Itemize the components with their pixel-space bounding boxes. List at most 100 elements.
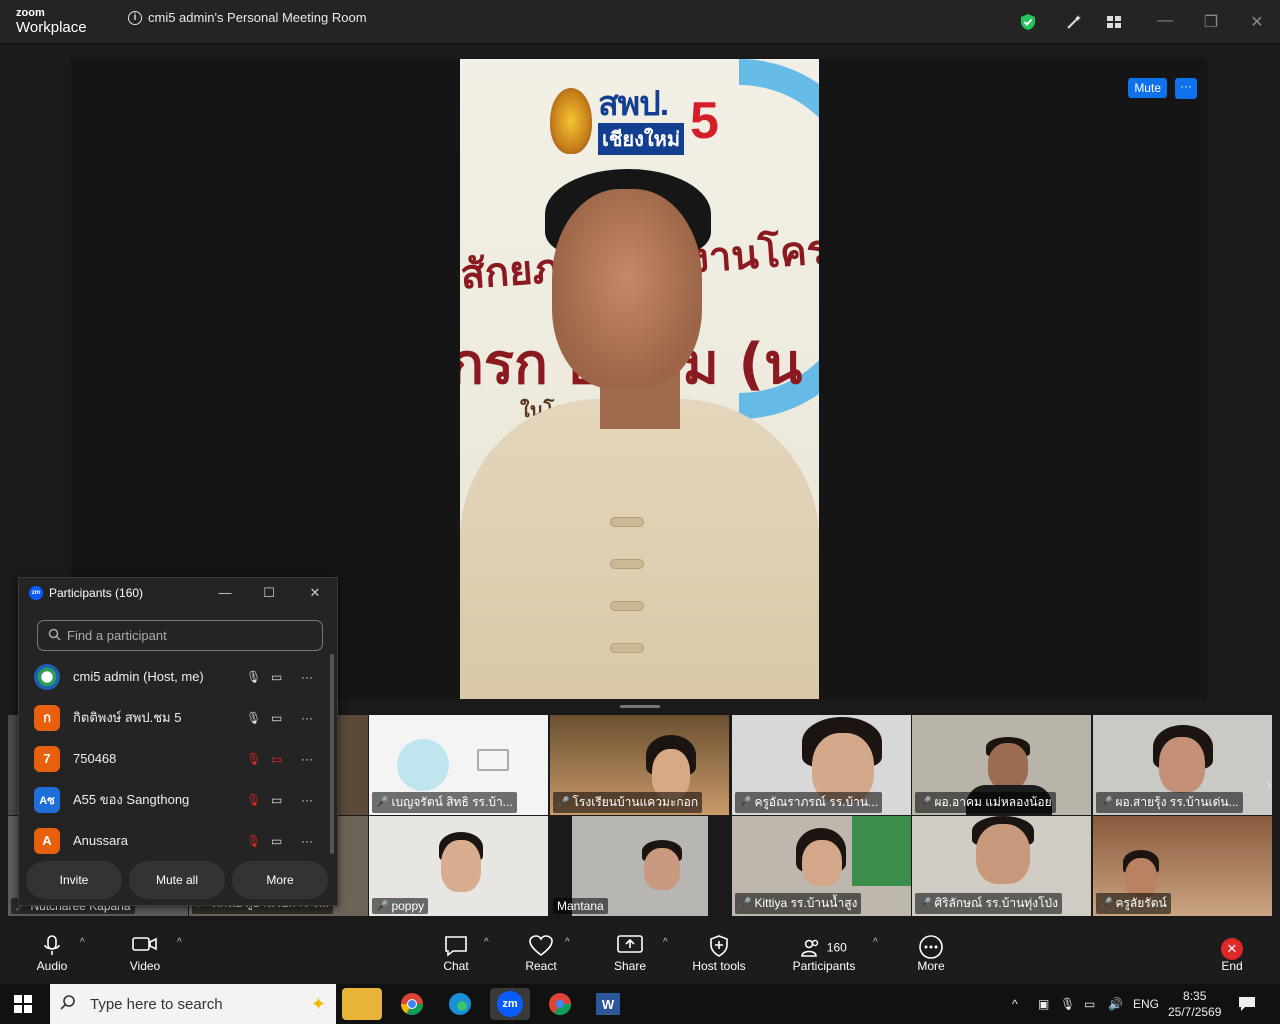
participants-label: Participants — [792, 959, 856, 973]
file-explorer-icon[interactable] — [342, 988, 382, 1020]
video-on-icon[interactable]: ▭ — [271, 711, 282, 725]
react-button[interactable]: React — [524, 935, 558, 973]
edge-icon[interactable] — [440, 988, 480, 1020]
video-options-icon[interactable]: ^ — [177, 937, 182, 948]
video-on-icon[interactable]: ▭ — [271, 793, 282, 807]
participant-search-input[interactable]: Find a participant — [37, 620, 323, 651]
minimize-icon[interactable]: — — [1155, 12, 1175, 30]
more-options-icon[interactable]: ··· — [301, 834, 313, 848]
minimize-icon[interactable]: — — [217, 585, 233, 600]
share-options-icon[interactable]: ^ — [663, 937, 668, 948]
react-options-icon[interactable]: ^ — [565, 937, 570, 948]
video-off-icon[interactable]: ▭ — [271, 752, 282, 766]
language-indicator[interactable]: ENG — [1133, 984, 1159, 1024]
video-tile[interactable] — [338, 715, 368, 815]
more-options-icon[interactable]: ··· — [301, 752, 313, 766]
video-button[interactable]: Video — [128, 935, 162, 973]
meeting-title-text: cmi5 admin's Personal Meeting Room — [148, 10, 367, 25]
participant-row[interactable]: 7 750468 🎙 ▭ ··· — [19, 738, 329, 779]
invite-button[interactable]: Invite — [26, 861, 122, 899]
participant-name: 🎤 ผอ.อาคม แม่หลองน้อย — [915, 792, 1056, 813]
mic-off-icon[interactable]: 🎙 — [246, 752, 261, 766]
host-tools-button[interactable]: Host tools — [690, 935, 748, 973]
avatar: ก — [34, 704, 60, 731]
word-icon[interactable]: W — [588, 988, 628, 1020]
speaker-shirt — [460, 399, 819, 699]
chat-options-icon[interactable]: ^ — [484, 937, 489, 948]
video-tile[interactable]: Mantana — [550, 816, 729, 916]
network-icon[interactable]: ▭ — [1084, 984, 1095, 1024]
audio-label: Audio — [36, 959, 68, 973]
panel-header[interactable]: zm Participants (160) — [19, 578, 337, 608]
participant-row[interactable]: A Anussara 🎙 ▭ ··· — [19, 820, 329, 861]
participant-row[interactable]: ก กิตติพงษ์ สพป.ชม 5 🎙 ▭ ··· — [19, 697, 329, 738]
participant-row[interactable]: cmi5 admin (Host, me) 🎙 ▭ ··· — [19, 656, 329, 697]
volume-icon[interactable]: 🔊 — [1108, 984, 1123, 1024]
gallery-next-arrow-icon[interactable]: › — [1266, 775, 1272, 796]
audio-options-icon[interactable]: ^ — [80, 937, 85, 948]
gallery-view-icon[interactable] — [1104, 12, 1124, 32]
tray-mic-icon[interactable]: 🎙 — [1060, 984, 1075, 1024]
participant-row[interactable]: Aซ A55 ของ Sangthong 🎙 ▭ ··· — [19, 779, 329, 820]
active-speaker-video[interactable]: สักยภาพ การงานโครง กรก อา ริม (น ในโรง ส… — [460, 59, 819, 699]
avatar: A — [34, 827, 60, 854]
meeting-title[interactable]: i cmi5 admin's Personal Meeting Room — [128, 10, 367, 25]
end-label: End — [1221, 959, 1243, 973]
participant-name: 🎤 เบญจรัตน์ สิทธิ รร.บ้า... — [372, 792, 517, 813]
avatar — [34, 663, 60, 690]
participant-name: 🎤 Kittiya รร.บ้านน้ำสูง — [735, 893, 862, 914]
close-icon[interactable]: ✕ — [1247, 12, 1267, 32]
info-icon[interactable]: i — [128, 10, 142, 25]
video-tile[interactable]: 🎤 ผอ.อาคม แม่หลองน้อย — [912, 715, 1091, 815]
more-options-icon[interactable]: ··· — [301, 793, 313, 807]
video-tile[interactable]: 🎤 เบญจรัตน์ สิทธิ รร.บ้า... — [369, 715, 548, 815]
video-more-button[interactable]: ··· — [1175, 78, 1197, 99]
more-options-icon[interactable]: ··· — [301, 670, 313, 684]
restore-icon[interactable]: ❐ — [1201, 12, 1221, 32]
end-meeting-button[interactable]: ✕ End — [1218, 935, 1246, 973]
chrome-icon[interactable] — [392, 988, 432, 1020]
more-button[interactable]: More — [232, 861, 328, 899]
video-on-icon[interactable]: ▭ — [271, 670, 282, 684]
video-tile[interactable]: 🎤 Kittiya รร.บ้านน้ำสูง — [732, 816, 911, 916]
clock[interactable]: 8:35 25/7/2569 — [1168, 984, 1221, 1024]
shirt-knot — [610, 601, 644, 611]
chrome-profile-icon[interactable] — [540, 988, 580, 1020]
panel-scrollbar[interactable] — [330, 654, 334, 854]
mic-off-icon[interactable]: 🎙 — [246, 834, 261, 848]
participant-name: 🎤 poppy — [372, 898, 429, 914]
audio-button[interactable]: Audio — [36, 935, 68, 973]
more-button[interactable]: More — [914, 935, 948, 973]
share-button[interactable]: Share — [612, 935, 648, 973]
resize-handle[interactable] — [620, 705, 660, 708]
tray-camera-icon[interactable]: ▣ — [1038, 984, 1049, 1024]
participants-options-icon[interactable]: ^ — [873, 937, 878, 948]
video-tile[interactable]: 🎤 โรงเรียนบ้านแควมะกอก — [550, 715, 729, 815]
mute-all-button[interactable]: Mute all — [129, 861, 225, 899]
video-on-icon[interactable]: ▭ — [271, 834, 282, 848]
video-tile[interactable]: 🎤 poppy — [369, 816, 548, 916]
video-tile[interactable]: 🎤 ครูลัยรัตน์ — [1093, 816, 1272, 916]
mic-on-icon[interactable]: 🎙 — [246, 711, 261, 725]
mute-participant-button[interactable]: Mute — [1128, 78, 1167, 98]
video-tile[interactable]: 🎤 ผอ.สายรุ้ง รร.บ้านเด่น... — [1093, 715, 1272, 815]
windows-start-icon[interactable] — [14, 995, 32, 1018]
taskbar-search-input[interactable]: Type here to search ✦ — [50, 984, 336, 1024]
video-tile[interactable]: 🎤 ครูอัณราภรณ์ รร.บ้าน... — [732, 715, 911, 815]
chat-button[interactable]: Chat — [440, 935, 472, 973]
tray-chevron-icon[interactable]: ^ — [1012, 984, 1018, 1024]
chat-bubble-icon — [440, 935, 472, 959]
zoom-taskbar-icon[interactable]: zm — [490, 988, 530, 1020]
mic-on-icon[interactable]: 🎙 — [246, 670, 261, 684]
shirt-knot — [610, 517, 644, 527]
maximize-icon[interactable]: ☐ — [261, 585, 277, 601]
magic-wand-icon[interactable] — [1064, 12, 1084, 32]
more-options-icon[interactable]: ··· — [301, 711, 313, 725]
participants-button[interactable]: 160 Participants — [792, 935, 856, 973]
shield-icon[interactable] — [1018, 12, 1038, 32]
host-tools-label: Host tools — [692, 959, 746, 973]
notifications-icon[interactable] — [1238, 984, 1256, 1024]
mic-off-icon[interactable]: 🎙 — [246, 793, 261, 807]
video-tile[interactable]: 🎤 ศิริลักษณ์ รร.บ้านทุ่งโป่ง — [912, 816, 1091, 916]
close-icon[interactable]: ✕ — [307, 585, 323, 601]
